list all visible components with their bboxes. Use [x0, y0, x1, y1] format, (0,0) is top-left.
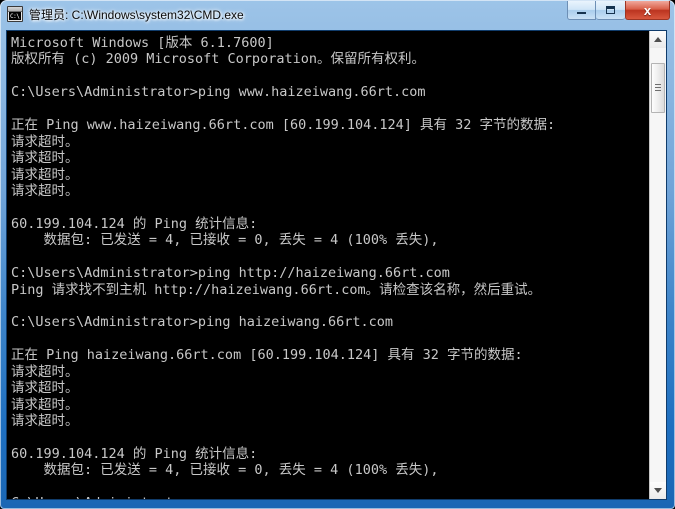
console-line: 正在 Ping haizeiwang.66rt.com [60.199.104.… [11, 347, 523, 364]
console-line: 请求超时。 [11, 363, 79, 380]
scroll-down-button[interactable] [650, 482, 666, 499]
console-line: 正在 Ping www.haizeiwang.66rt.com [60.199.… [11, 117, 556, 134]
console-line: 请求超时。 [11, 413, 79, 430]
close-icon: x [643, 2, 652, 18]
console-line: Microsoft Windows [版本 6.1.7600] [11, 35, 274, 51]
console-line: 请求超时。 [11, 166, 79, 183]
maximize-button[interactable] [596, 1, 625, 20]
console-line: 请求超时。 [11, 133, 79, 150]
console-line: C:\Users\Administrator>ping www.haizeiwa… [11, 84, 426, 101]
scrollbar-thumb[interactable] [651, 63, 665, 114]
icon-prompt-text: C:\ [9, 12, 21, 20]
scrollbar-track[interactable] [650, 48, 666, 482]
console-line: Ping 请求找不到主机 http://haizeiwang.66rt.com。… [11, 281, 542, 298]
minimize-icon [577, 12, 586, 14]
console-line: 版权所有 (c) 2009 Microsoft Corporation。保留所有… [11, 51, 425, 68]
console-line: 60.199.104.124 的 Ping 统计信息: [11, 215, 258, 232]
console-line: C:\Users\Administrator>ping http://haize… [11, 265, 450, 282]
cmd-window: C:\ 管理员: C:\Windows\system32\CMD.exe x M… [0, 0, 675, 509]
maximize-icon [606, 6, 615, 14]
console-line: 请求超时。 [11, 380, 79, 397]
vertical-scrollbar[interactable] [649, 31, 666, 499]
close-button[interactable]: x [625, 1, 670, 20]
console-line: 请求超时。 [11, 182, 79, 199]
console-line: 数据包: 已发送 = 4, 已接收 = 0, 丢失 = 4 (100% 丢失), [11, 462, 439, 479]
chevron-up-icon [654, 37, 662, 42]
console-line: 请求超时。 [11, 150, 79, 167]
minimize-button[interactable] [567, 1, 596, 20]
console-line: 请求超时。 [11, 396, 79, 413]
console-client-area[interactable]: Microsoft Windows [版本 6.1.7600] 版权所有 (c) … [6, 30, 667, 500]
scroll-up-button[interactable] [650, 31, 666, 48]
console-output[interactable]: Microsoft Windows [版本 6.1.7600] 版权所有 (c) … [7, 31, 649, 499]
window-controls: x [567, 1, 670, 20]
scrollbar-grip-icon [655, 84, 661, 92]
window-title: 管理员: C:\Windows\system32\CMD.exe [29, 7, 244, 22]
console-line: C:\Users\Administrator>ping haizeiwang.6… [11, 314, 394, 331]
console-line: 数据包: 已发送 = 4, 已接收 = 0, 丢失 = 4 (100% 丢失), [11, 232, 439, 249]
chevron-down-icon [654, 488, 662, 493]
console-line: 60.199.104.124 的 Ping 统计信息: [11, 445, 258, 462]
console-line: C:\Users\Administrator> [11, 495, 649, 499]
cmd-console-icon: C:\ [7, 6, 23, 22]
